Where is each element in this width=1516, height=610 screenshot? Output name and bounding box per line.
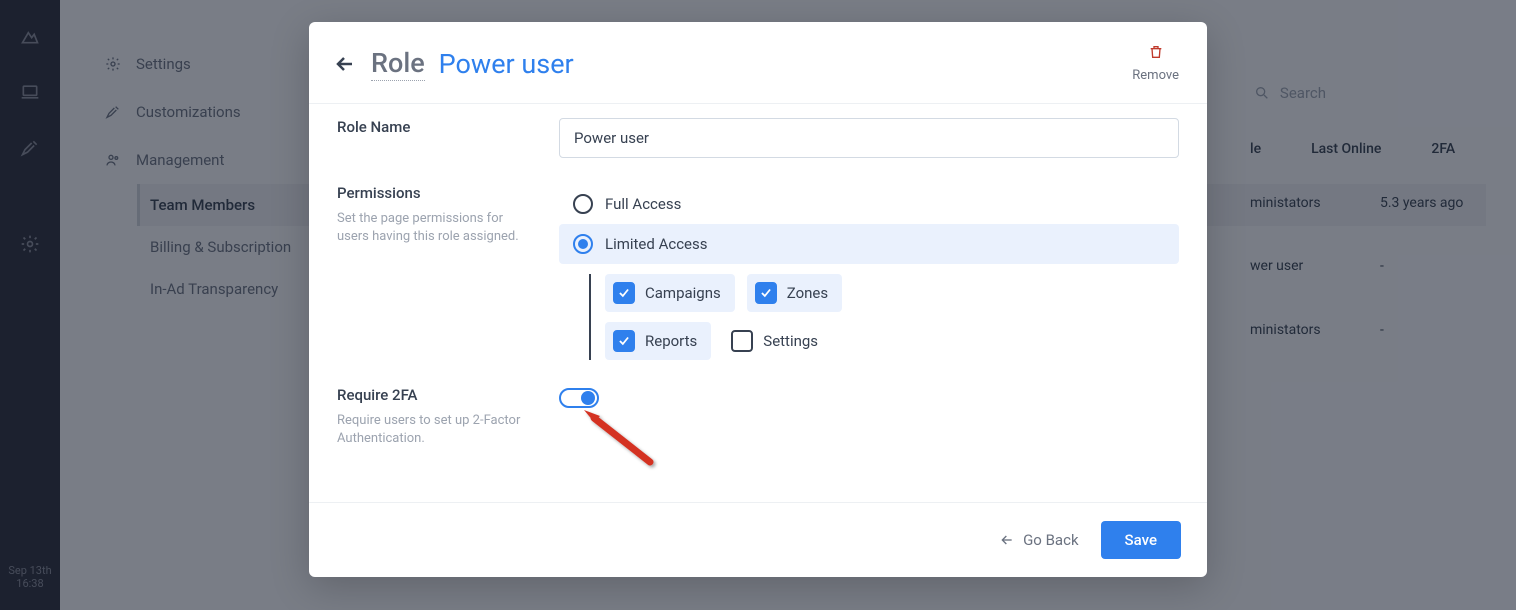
radio-label: Full Access — [605, 195, 681, 213]
remove-button[interactable]: Remove — [1132, 44, 1179, 83]
perm-label: Campaigns — [645, 284, 721, 302]
require-2fa-label: Require 2FA — [337, 386, 559, 404]
breadcrumb-role-name: Power user — [439, 48, 574, 80]
checkbox-icon — [755, 282, 777, 304]
perm-label: Settings — [763, 332, 818, 350]
radio-icon — [573, 194, 593, 214]
perm-settings[interactable]: Settings — [723, 322, 832, 360]
modal-header: Role Power user Remove — [309, 22, 1207, 104]
checkbox-icon — [731, 330, 753, 352]
back-arrow-icon[interactable] — [331, 50, 359, 78]
go-back-label: Go Back — [1023, 531, 1078, 549]
toggle-knob — [581, 391, 595, 405]
perm-reports[interactable]: Reports — [605, 322, 711, 360]
permissions-label: Permissions — [337, 184, 559, 202]
radio-limited-access[interactable]: Limited Access — [559, 224, 1179, 264]
require-2fa-hint: Require users to set up 2-Factor Authent… — [337, 412, 537, 448]
trash-icon — [1132, 44, 1179, 64]
radio-icon — [573, 234, 593, 254]
arrow-left-icon — [999, 532, 1015, 548]
permissions-hint: Set the page permissions for users havin… — [337, 210, 537, 246]
checkbox-icon — [613, 282, 635, 304]
perm-zones[interactable]: Zones — [747, 274, 842, 312]
remove-label: Remove — [1132, 68, 1179, 83]
radio-label: Limited Access — [605, 235, 708, 253]
perm-label: Reports — [645, 332, 697, 350]
permissions-grid: Campaigns Zones Reports — [589, 274, 889, 360]
checkbox-icon — [613, 330, 635, 352]
role-modal: Role Power user Remove Role Name — [309, 22, 1207, 577]
save-button[interactable]: Save — [1101, 521, 1181, 559]
perm-campaigns[interactable]: Campaigns — [605, 274, 735, 312]
modal-overlay: Role Power user Remove Role Name — [0, 0, 1516, 610]
role-name-label: Role Name — [337, 118, 559, 136]
radio-full-access[interactable]: Full Access — [559, 184, 1179, 224]
breadcrumb-role[interactable]: Role — [371, 47, 425, 81]
modal-footer: Go Back Save — [309, 502, 1207, 577]
require-2fa-toggle[interactable] — [559, 388, 599, 408]
go-back-button[interactable]: Go Back — [999, 531, 1078, 549]
perm-label: Zones — [787, 284, 828, 302]
role-name-input[interactable] — [559, 118, 1179, 158]
